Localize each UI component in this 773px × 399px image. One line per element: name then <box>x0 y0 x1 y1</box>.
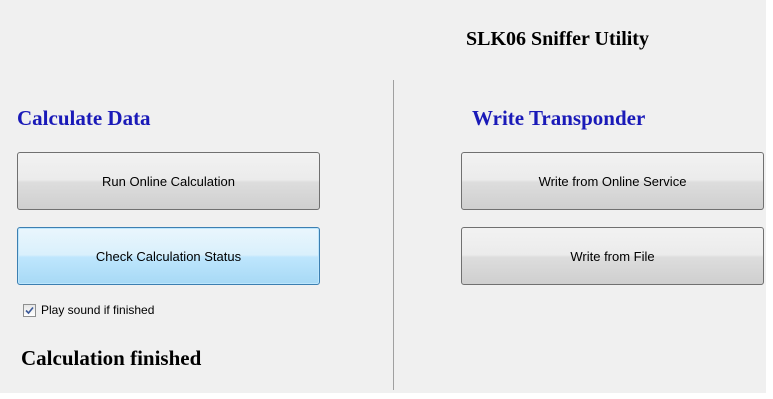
checkmark-icon <box>25 306 34 314</box>
run-online-calculation-button[interactable]: Run Online Calculation <box>17 152 320 210</box>
app-window: SLK06 Sniffer Utility Calculate Data Wri… <box>0 0 766 393</box>
section-divider <box>393 80 394 390</box>
check-calculation-status-button[interactable]: Check Calculation Status <box>17 227 320 285</box>
calculate-data-heading: Calculate Data <box>17 106 151 130</box>
calculation-status-text: Calculation finished <box>21 346 202 370</box>
app-title: SLK06 Sniffer Utility <box>466 28 649 50</box>
write-transponder-heading: Write Transponder <box>472 106 646 130</box>
play-sound-checkbox-row[interactable]: Play sound if finished <box>23 303 154 317</box>
write-from-file-button[interactable]: Write from File <box>461 227 764 285</box>
play-sound-checkbox[interactable] <box>23 303 36 317</box>
write-from-online-service-button[interactable]: Write from Online Service <box>461 152 764 210</box>
play-sound-label[interactable]: Play sound if finished <box>41 303 154 317</box>
